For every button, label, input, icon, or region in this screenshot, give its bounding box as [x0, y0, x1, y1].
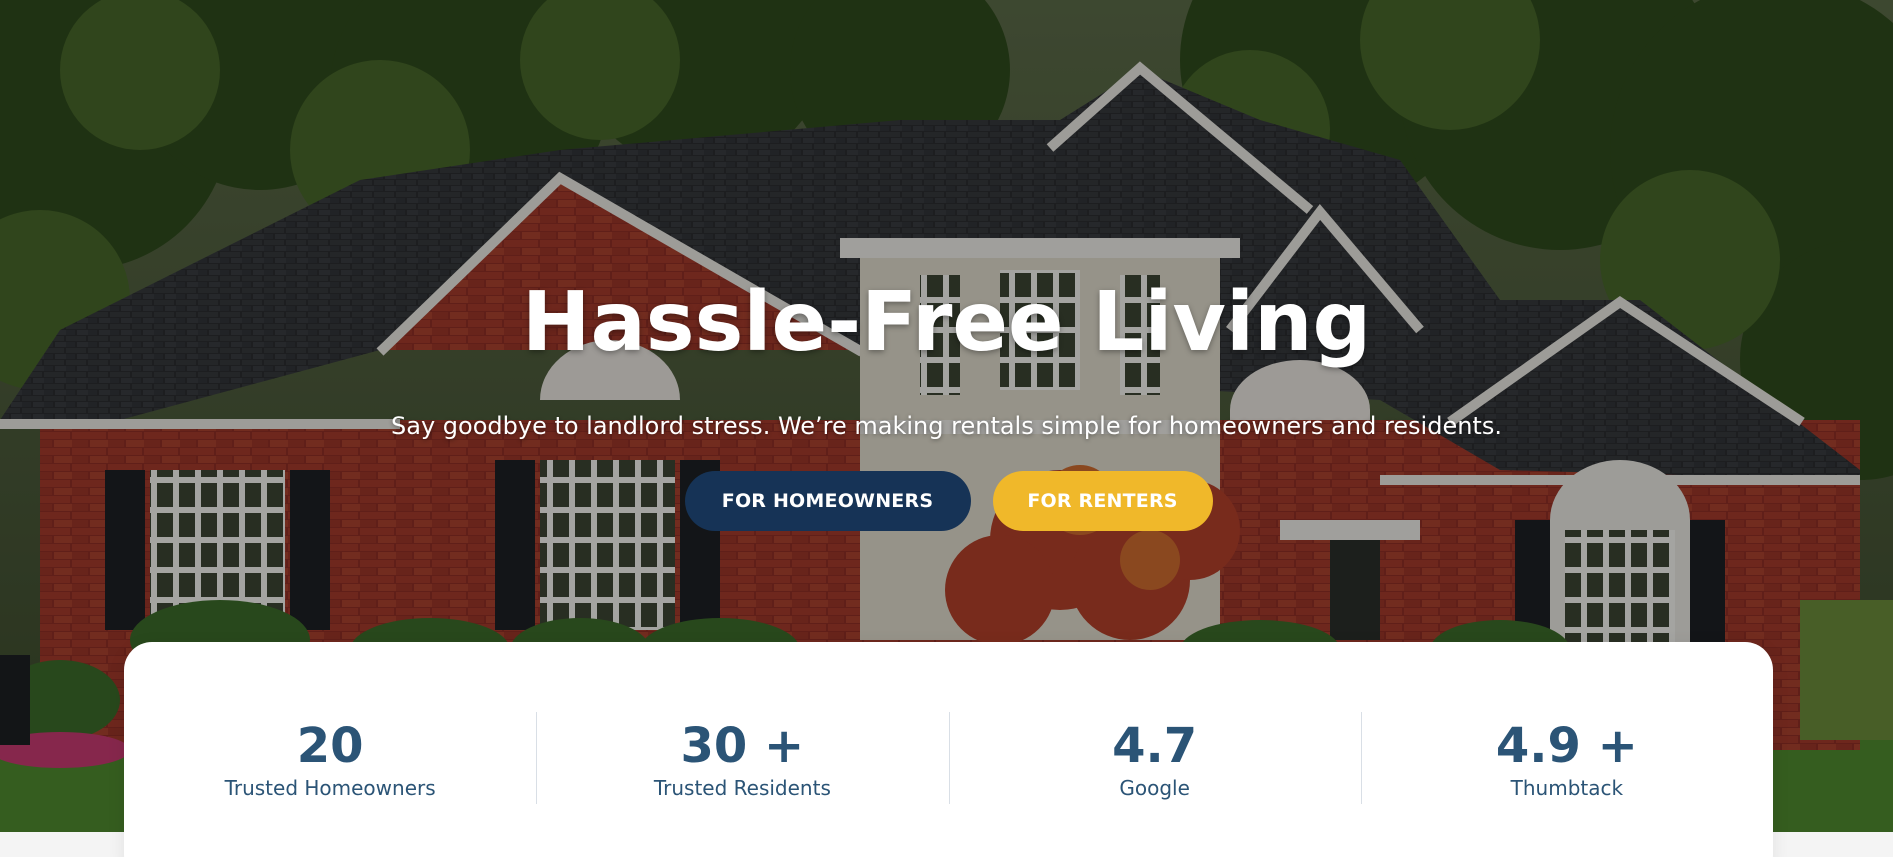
stat-value: 4.7 — [1112, 718, 1198, 774]
stat-value: 30 + — [680, 718, 805, 774]
stat-label: Thumbtack — [1510, 776, 1624, 800]
stat-value: 4.9 + — [1495, 718, 1638, 774]
stat-google-rating: 4.7 Google — [948, 712, 1361, 812]
stats-card: 20 Trusted Homeowners 30 + Trusted Resid… — [124, 642, 1773, 857]
page: Hassle-Free Living Say goodbye to landlo… — [0, 0, 1893, 857]
hero-subtitle: Say goodbye to landlord stress. We’re ma… — [391, 412, 1502, 440]
for-renters-button[interactable]: FOR RENTERS — [992, 471, 1213, 531]
stat-trusted-homeowners: 20 Trusted Homeowners — [124, 712, 536, 812]
stats-row: 20 Trusted Homeowners 30 + Trusted Resid… — [124, 712, 1773, 812]
stat-label: Trusted Homeowners — [224, 776, 436, 800]
stat-label: Trusted Residents — [653, 776, 831, 800]
stat-trusted-residents: 30 + Trusted Residents — [536, 712, 948, 812]
cta-button-group: FOR HOMEOWNERS FOR RENTERS — [0, 471, 1893, 531]
stat-label: Google — [1119, 776, 1190, 800]
stat-value: 20 — [296, 718, 364, 774]
for-homeowners-button[interactable]: FOR HOMEOWNERS — [684, 471, 971, 531]
stat-thumbtack-rating: 4.9 + Thumbtack — [1360, 712, 1773, 812]
hero-title: Hassle-Free Living — [521, 275, 1372, 370]
